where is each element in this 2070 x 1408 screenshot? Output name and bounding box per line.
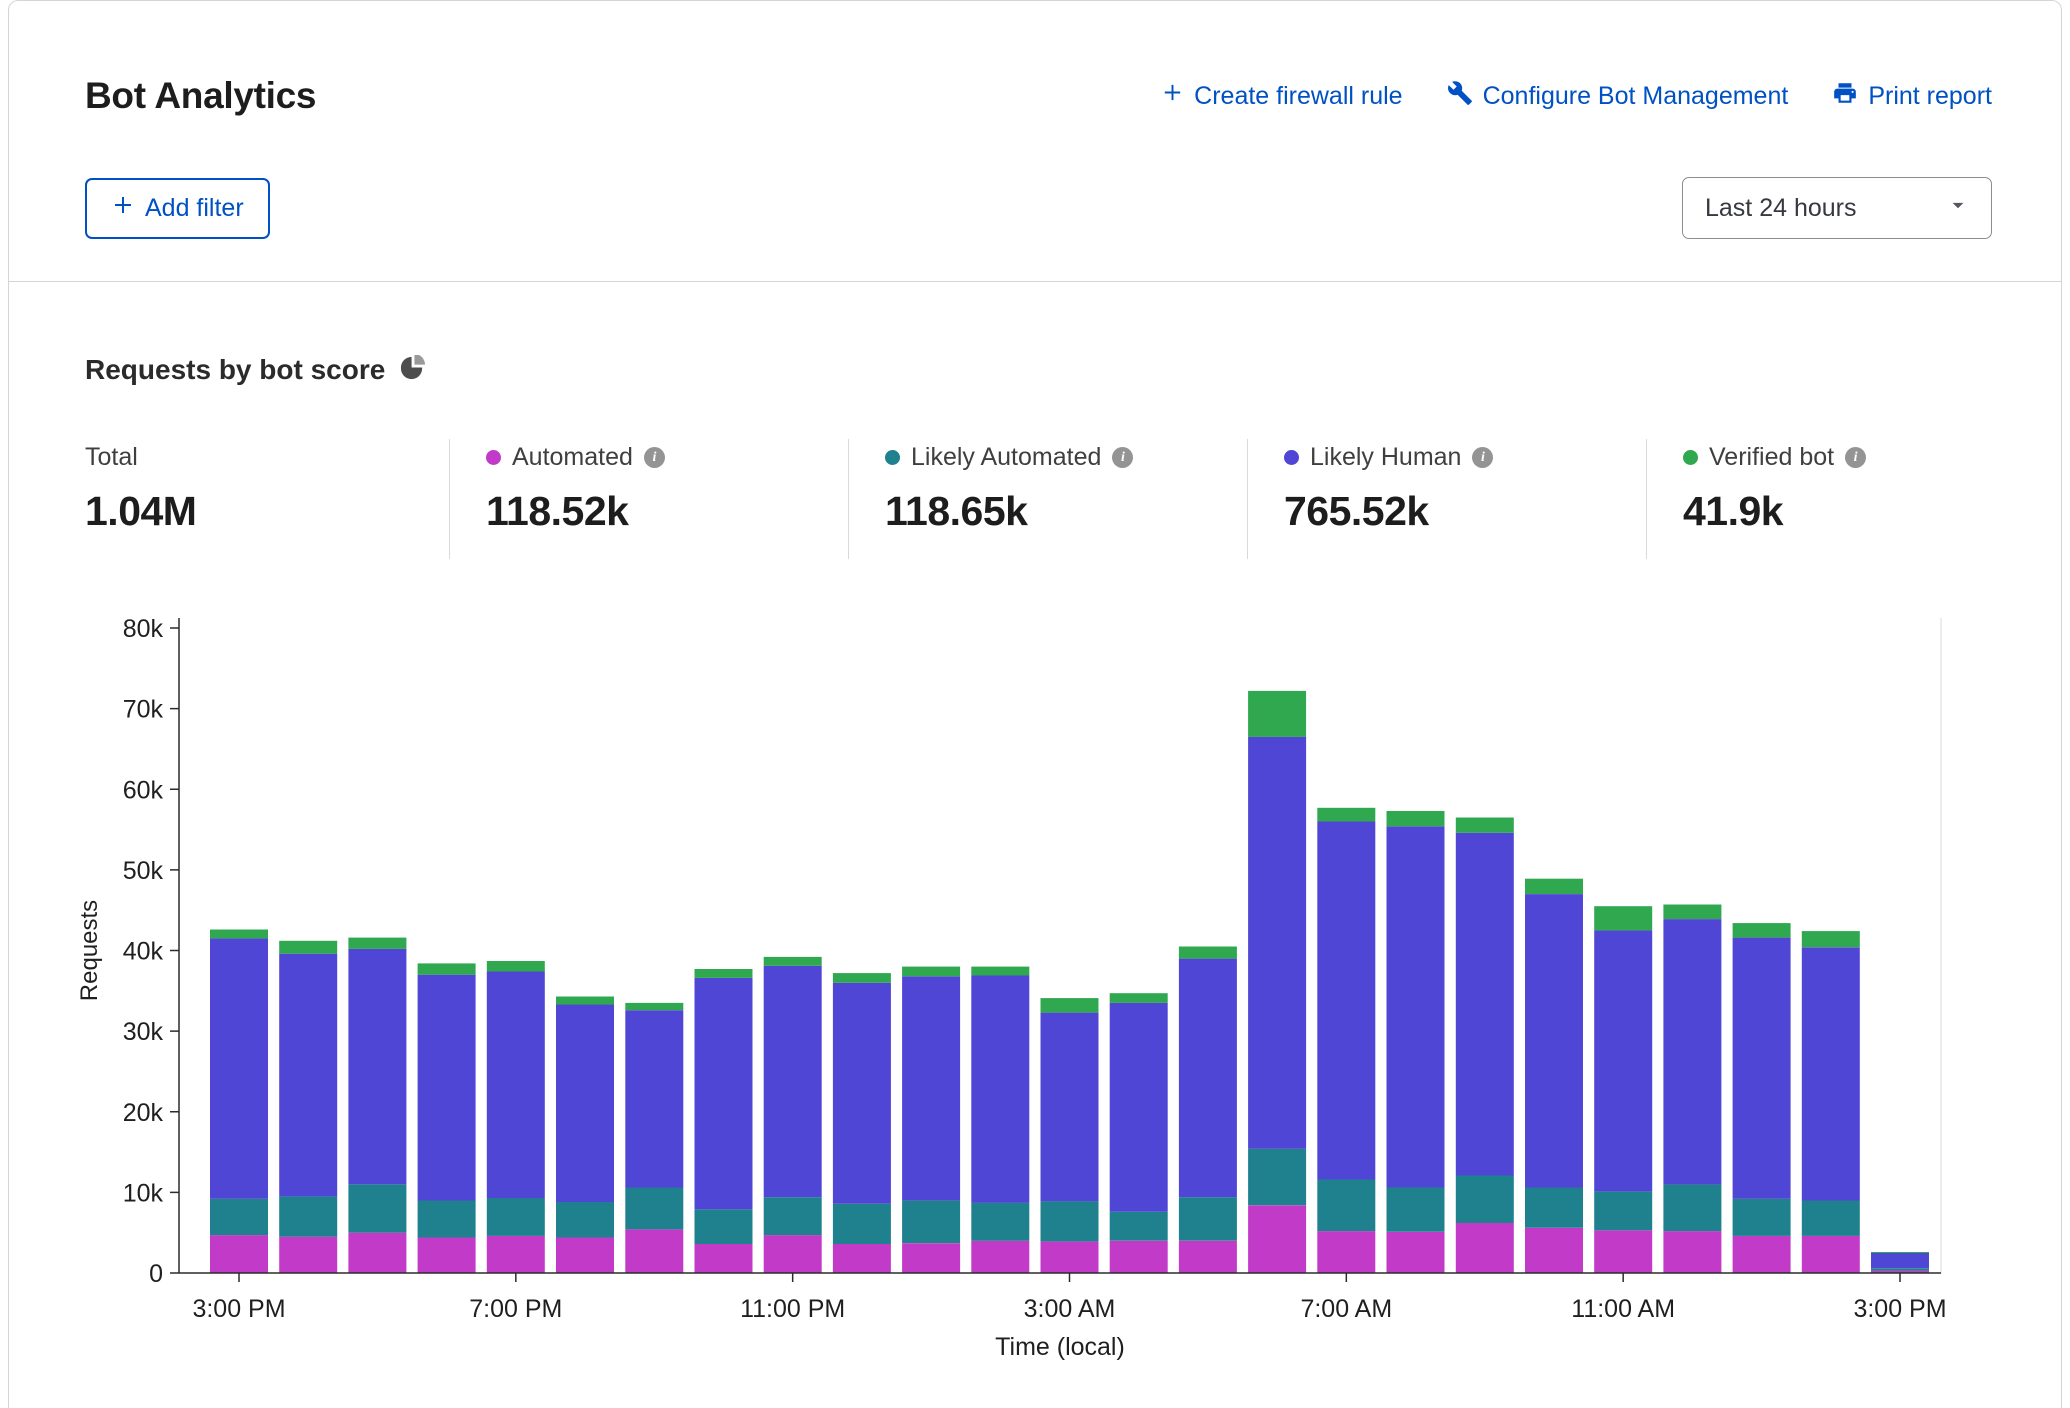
- configure-bot-management-label: Configure Bot Management: [1483, 82, 1789, 111]
- svg-text:70k: 70k: [123, 696, 164, 724]
- svg-text:40k: 40k: [123, 938, 164, 966]
- svg-text:3:00 AM: 3:00 AM: [1024, 1295, 1116, 1323]
- stat-verified-bot-label: Verified bot: [1709, 443, 1834, 472]
- stat-total-label: Total: [85, 443, 138, 472]
- print-report-label: Print report: [1868, 82, 1992, 111]
- stat-likely-automated-label: Likely Automated: [911, 443, 1101, 472]
- info-icon[interactable]: i: [1845, 447, 1866, 468]
- section-title-row: Requests by bot score: [85, 352, 1992, 387]
- header-card: Bot Analytics Create firewall rule Confi…: [9, 1, 2061, 282]
- stat-likely-automated: Likely Automated i 118.65k: [848, 439, 1247, 559]
- stat-automated: Automated i 118.52k: [449, 439, 848, 559]
- svg-text:Time (local): Time (local): [995, 1333, 1125, 1361]
- header-actions: Create firewall rule Configure Bot Manag…: [1161, 80, 1992, 113]
- svg-text:60k: 60k: [123, 776, 164, 804]
- filter-row: Add filter Last 24 hours: [85, 177, 1992, 239]
- header-row: Bot Analytics Create firewall rule Confi…: [85, 75, 1992, 117]
- stat-likely-human-value: 765.52k: [1284, 488, 1636, 535]
- info-icon[interactable]: i: [1472, 447, 1493, 468]
- add-filter-button[interactable]: Add filter: [85, 178, 270, 239]
- print-report-link[interactable]: Print report: [1832, 80, 1992, 113]
- stat-likely-automated-value: 118.65k: [885, 488, 1237, 535]
- bot-score-chart: 0 10k 20k 30k 40k 50k 60k 70k 80k 3:00 PM 7:00 PM 1…: [9, 603, 2061, 1368]
- time-range-value: Last 24 hours: [1705, 194, 1857, 223]
- content: Requests by bot score Total 1.04M Aut: [9, 352, 2061, 1408]
- svg-text:Requests: Requests: [76, 900, 103, 1001]
- svg-text:3:00 PM: 3:00 PM: [192, 1295, 285, 1323]
- svg-text:20k: 20k: [123, 1099, 164, 1127]
- info-icon[interactable]: i: [644, 447, 665, 468]
- likely-automated-dot: [885, 450, 900, 465]
- stat-total: Total 1.04M: [85, 439, 449, 559]
- automated-dot: [486, 450, 501, 465]
- svg-text:3:00 PM: 3:00 PM: [1853, 1295, 1946, 1323]
- stat-likely-human-label: Likely Human: [1310, 443, 1461, 472]
- likely-human-dot: [1284, 450, 1299, 465]
- info-icon[interactable]: i: [1112, 447, 1133, 468]
- svg-text:10k: 10k: [123, 1179, 164, 1207]
- page-title: Bot Analytics: [85, 75, 316, 117]
- printer-icon: [1832, 80, 1858, 113]
- plus-icon: [1161, 81, 1184, 111]
- section-title: Requests by bot score: [85, 354, 385, 386]
- stats-row: Total 1.04M Automated i 118.52k Likely A…: [85, 439, 1992, 559]
- stat-verified-bot: Verified bot i 41.9k: [1646, 439, 1992, 559]
- chevron-down-icon: [1945, 192, 1971, 225]
- verified-bot-dot: [1683, 450, 1698, 465]
- svg-text:0: 0: [149, 1260, 163, 1288]
- chart-svg: 0 10k 20k 30k 40k 50k 60k 70k 80k 3:00 PM 7:00 PM 1…: [9, 603, 2061, 1368]
- svg-text:80k: 80k: [123, 615, 164, 643]
- plus-icon: [111, 193, 135, 224]
- stat-automated-label: Automated: [512, 443, 633, 472]
- svg-text:30k: 30k: [123, 1018, 164, 1046]
- svg-text:11:00 AM: 11:00 AM: [1571, 1295, 1675, 1323]
- svg-text:7:00 AM: 7:00 AM: [1300, 1295, 1392, 1323]
- svg-text:7:00 PM: 7:00 PM: [469, 1295, 562, 1323]
- add-filter-label: Add filter: [145, 194, 244, 223]
- wrench-icon: [1447, 80, 1473, 113]
- pie-chart-icon: [399, 355, 426, 387]
- svg-text:50k: 50k: [123, 857, 164, 885]
- svg-text:11:00 PM: 11:00 PM: [740, 1295, 845, 1323]
- configure-bot-management-link[interactable]: Configure Bot Management: [1447, 80, 1789, 113]
- stat-likely-human: Likely Human i 765.52k: [1247, 439, 1646, 559]
- bot-analytics-page: Bot Analytics Create firewall rule Confi…: [8, 0, 2062, 1408]
- create-firewall-rule-label: Create firewall rule: [1194, 82, 1402, 111]
- time-range-select[interactable]: Last 24 hours: [1682, 177, 1992, 239]
- stat-verified-bot-value: 41.9k: [1683, 488, 1982, 535]
- stat-automated-value: 118.52k: [486, 488, 838, 535]
- stat-total-value: 1.04M: [85, 488, 439, 535]
- create-firewall-rule-link[interactable]: Create firewall rule: [1161, 81, 1402, 111]
